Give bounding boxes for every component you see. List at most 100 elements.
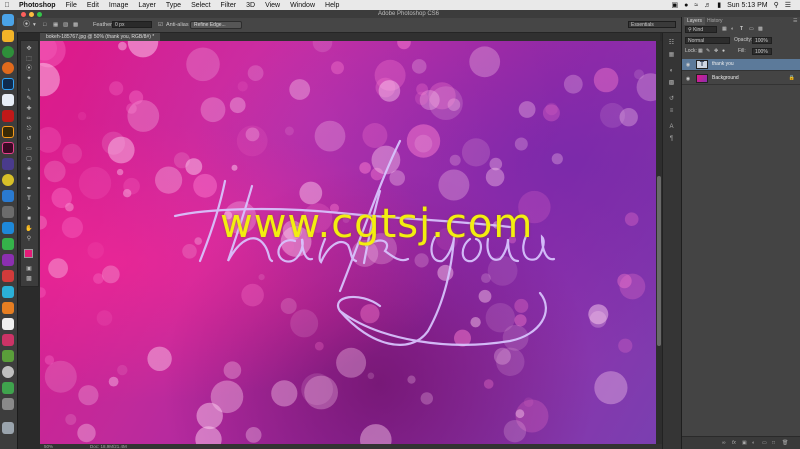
volume-icon[interactable]: ♬ [701, 2, 714, 9]
add-selection-icon[interactable]: ▦ [53, 21, 58, 29]
skype-icon[interactable] [2, 222, 14, 234]
screen-mode-icon[interactable]: ▩ [24, 275, 34, 283]
lasso-tool-icon[interactable]: ⦿ [23, 21, 30, 29]
illustrator-icon[interactable] [2, 126, 14, 138]
refine-edge-button[interactable]: Refine Edge... [190, 21, 242, 29]
path-select-tool-icon[interactable]: ➤ [24, 205, 34, 213]
brush-tool-icon[interactable]: ✏ [24, 115, 34, 123]
doc-size[interactable]: Doc: 18.9M/21.4M [90, 444, 127, 449]
apple-icon[interactable]:  [0, 2, 14, 9]
move-tool-icon[interactable]: ✥ [24, 45, 34, 53]
app-icon[interactable] [2, 302, 14, 314]
opacity-input[interactable]: 100% [752, 37, 772, 44]
safari-icon[interactable] [2, 30, 14, 42]
cinema4d-icon[interactable] [2, 174, 14, 186]
dodge-tool-icon[interactable]: ● [24, 175, 34, 183]
blend-mode-select[interactable]: Normal [685, 37, 730, 44]
layer-name[interactable]: Background [712, 75, 739, 82]
color-panel-icon[interactable]: ☷ [667, 39, 676, 47]
swatches-panel-icon[interactable]: ▦ [667, 51, 676, 59]
layer-row-thank-you[interactable]: ◉ T thank you [682, 59, 800, 71]
pen-tool-icon[interactable]: ✒ [24, 185, 34, 193]
type-tool-icon[interactable]: T [24, 195, 34, 203]
app-icon[interactable] [2, 158, 14, 170]
feather-input[interactable]: 0 px [112, 21, 152, 28]
quick-select-tool-icon[interactable]: ✦ [24, 75, 34, 83]
eye-icon[interactable]: ◉ [685, 76, 691, 82]
styles-panel-icon[interactable]: ▩ [667, 79, 676, 87]
menu-edit[interactable]: Edit [82, 2, 104, 9]
filter-pixel-icon[interactable]: ▦ [722, 26, 727, 33]
crop-tool-icon[interactable]: ⌞ [24, 85, 34, 93]
battery-icon[interactable]: ▮ [714, 1, 724, 9]
filter-adjustment-icon[interactable]: ◐ [731, 26, 734, 33]
filter-type-icon[interactable]: T [740, 26, 743, 33]
adjustments-panel-icon[interactable]: ◐ [667, 67, 676, 75]
list-icon[interactable]: ☰ [782, 1, 794, 9]
chrome-icon[interactable] [2, 46, 14, 58]
delete-layer-icon[interactable]: 🗑 [782, 440, 788, 446]
trash-icon[interactable] [2, 422, 14, 434]
workspace-select[interactable]: Essentials [628, 21, 676, 28]
wifi-icon[interactable]: ≈ [691, 2, 701, 9]
app-icon[interactable] [2, 190, 14, 202]
eraser-tool-icon[interactable]: ▭ [24, 145, 34, 153]
app-icon[interactable] [2, 254, 14, 266]
app-icon[interactable] [2, 382, 14, 394]
marquee-tool-icon[interactable]: ⬚ [24, 55, 34, 63]
menu-window[interactable]: Window [285, 2, 320, 9]
firefox-icon[interactable] [2, 62, 14, 74]
app-icon[interactable] [2, 286, 14, 298]
history-panel-icon[interactable]: ↺ [667, 95, 676, 103]
app-icon[interactable] [2, 398, 14, 410]
app-icon[interactable] [2, 238, 14, 250]
app-icon[interactable] [2, 318, 14, 330]
acrobat-icon[interactable] [2, 110, 14, 122]
filter-smart-object-icon[interactable]: ▩ [758, 26, 763, 33]
menu-app-name[interactable]: Photoshop [14, 2, 61, 9]
layer-row-background[interactable]: ◉ Background 🔒 [682, 73, 800, 85]
status-record-icon[interactable]: ● [681, 2, 691, 9]
panel-menu-icon[interactable]: ☰ [790, 17, 800, 25]
new-layer-icon[interactable]: □ [772, 440, 775, 446]
layer-style-icon[interactable]: fx [732, 440, 736, 446]
add-mask-icon[interactable]: ▣ [742, 440, 747, 446]
photoshop-icon[interactable] [2, 78, 14, 90]
canvas[interactable]: www.cgtsj.com [40, 41, 656, 444]
rectangle-tool-icon[interactable]: ■ [24, 215, 34, 223]
menu-help[interactable]: Help [320, 2, 344, 9]
menu-layer[interactable]: Layer [133, 2, 161, 9]
menu-image[interactable]: Image [104, 2, 133, 9]
intersect-selection-icon[interactable]: ▩ [73, 21, 78, 29]
link-layers-icon[interactable]: ∞ [722, 440, 726, 446]
fill-input[interactable]: 100% [752, 48, 772, 55]
layer-name[interactable]: thank you [712, 61, 734, 68]
menu-3d[interactable]: 3D [241, 2, 260, 9]
menu-view[interactable]: View [260, 2, 285, 9]
status-m-icon[interactable]: ▣ [669, 1, 682, 9]
lock-pixels-icon[interactable]: ✎ [706, 48, 710, 55]
scrollbar-thumb[interactable] [657, 176, 661, 346]
menu-type[interactable]: Type [161, 2, 186, 9]
lock-all-icon[interactable]: ● [722, 48, 725, 55]
menu-select[interactable]: Select [186, 2, 215, 9]
clock[interactable]: Sun 5:13 PM [724, 2, 770, 9]
search-icon[interactable]: ⚲ [771, 1, 782, 9]
finder-icon[interactable] [2, 14, 14, 26]
gradient-tool-icon[interactable]: ▢ [24, 155, 34, 163]
app-icon[interactable] [2, 206, 14, 218]
tab-history[interactable]: History [704, 17, 726, 25]
app-icon[interactable] [2, 270, 14, 282]
app-icon[interactable] [2, 350, 14, 362]
anti-alias-checkbox[interactable]: ☑ [158, 21, 163, 29]
properties-panel-icon[interactable]: ≡ [667, 107, 676, 115]
history-brush-tool-icon[interactable]: ↺ [24, 135, 34, 143]
adjustment-layer-icon[interactable]: ◐ [752, 440, 755, 446]
app-icon[interactable] [2, 366, 14, 378]
eye-icon[interactable]: ◉ [685, 62, 691, 68]
menu-filter[interactable]: Filter [216, 2, 242, 9]
indesign-icon[interactable] [2, 142, 14, 154]
character-panel-icon[interactable]: A [667, 123, 676, 131]
lasso-tool-icon[interactable]: ⦿ [24, 65, 34, 73]
quick-mask-icon[interactable]: ▣ [24, 265, 34, 273]
